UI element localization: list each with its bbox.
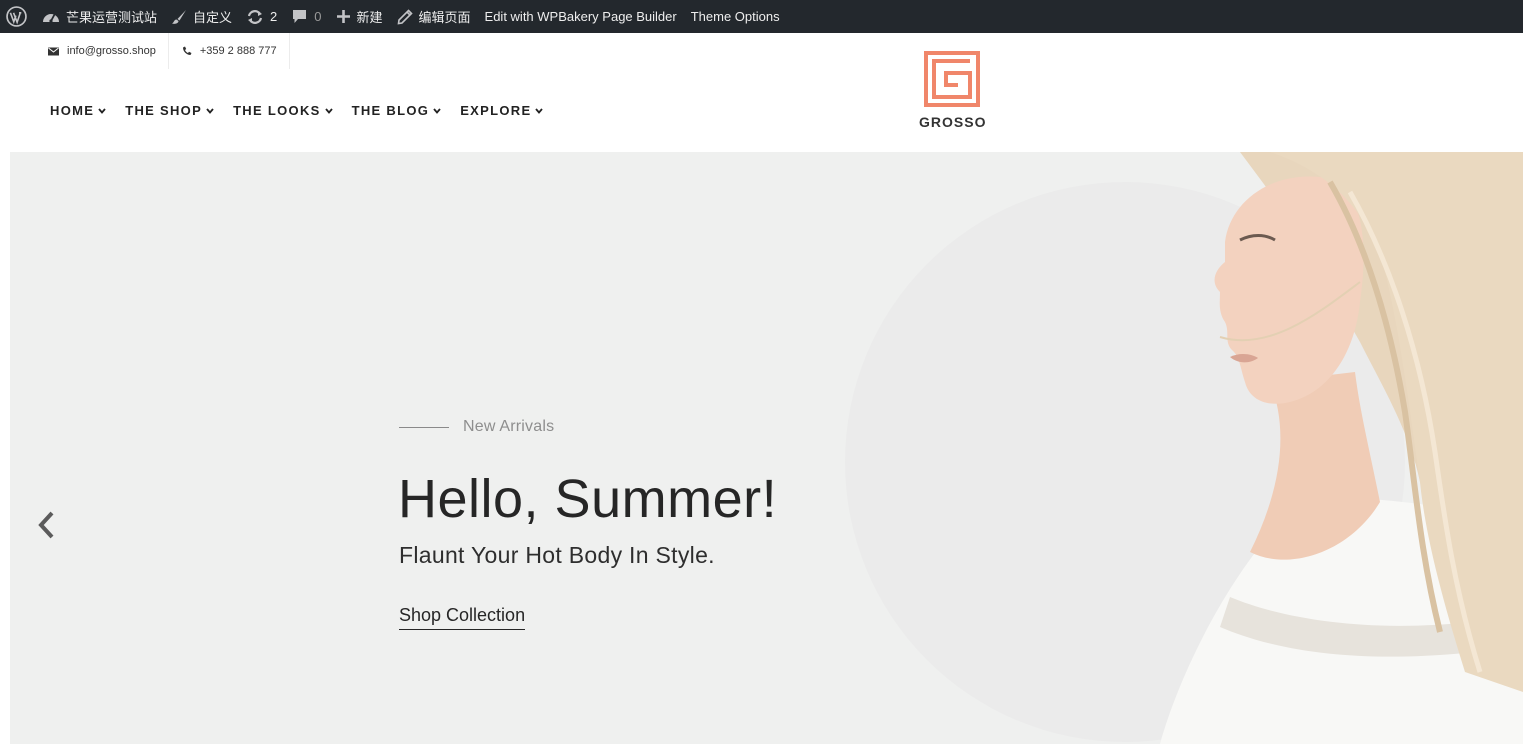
nav-item-label: HOME	[50, 103, 95, 118]
main-nav: HOME THE SHOP THE LOOKS THE BLOG EXPLORE	[50, 103, 562, 118]
brush-icon	[172, 9, 187, 24]
admin-bar-updates[interactable]: 2	[239, 0, 284, 33]
refresh-icon	[247, 9, 263, 24]
admin-bar-new[interactable]: 新建	[329, 0, 390, 33]
dashboard-icon	[43, 13, 59, 23]
updates-count: 2	[270, 9, 278, 24]
chevron-left-icon	[38, 511, 54, 539]
nav-item-the-looks[interactable]: THE LOOKS	[233, 103, 333, 118]
admin-bar-wpbakery[interactable]: Edit with WPBakery Page Builder	[478, 0, 684, 33]
site-name-label: 芒果运营测试站	[66, 10, 158, 25]
admin-bar-wp-logo[interactable]	[0, 0, 35, 33]
site-header: info@grosso.shop +359 2 888 777 HOME THE…	[0, 33, 1523, 152]
theme-options-label: Theme Options	[690, 9, 780, 24]
admin-bar-customize[interactable]: 自定义	[164, 0, 239, 33]
wpbakery-label: Edit with WPBakery Page Builder	[484, 9, 677, 24]
comments-count: 0	[314, 9, 322, 24]
slider-prev-button[interactable]	[34, 508, 58, 542]
shop-collection-link[interactable]: Shop Collection	[399, 605, 526, 630]
nav-item-label: EXPLORE	[460, 103, 532, 118]
admin-bar-comments[interactable]: 0	[284, 0, 328, 33]
envelope-icon	[48, 47, 59, 55]
nav-item-the-blog[interactable]: THE BLOG	[352, 103, 442, 118]
header-topbar: info@grosso.shop +359 2 888 777	[35, 33, 290, 69]
eyebrow-rule	[399, 426, 449, 428]
hero-slider: New Arrivals Hello, Summer! Flaunt Your …	[10, 152, 1523, 744]
admin-bar-edit-page[interactable]: 编辑页面	[390, 0, 478, 33]
new-label: 新建	[356, 10, 383, 25]
email-text: info@grosso.shop	[67, 45, 156, 57]
site-logo[interactable]: GROSSO	[919, 51, 985, 130]
logo-text: GROSSO	[919, 114, 987, 130]
plus-icon	[336, 10, 350, 23]
admin-bar-site-name[interactable]: 芒果运营测试站	[35, 0, 164, 33]
admin-bar: 芒果运营测试站 自定义 2 0 新建 编辑页面 Edit with WPBake…	[0, 0, 1523, 33]
chevron-down-icon	[206, 107, 214, 114]
customize-label: 自定义	[193, 10, 233, 25]
phone-icon	[182, 46, 192, 55]
pencil-icon	[397, 8, 413, 24]
chevron-down-icon	[324, 107, 333, 114]
wordpress-icon	[6, 6, 27, 27]
nav-item-explore[interactable]: EXPLORE	[460, 103, 544, 118]
phone-text: +359 2 888 777	[199, 45, 277, 57]
admin-bar-theme-options[interactable]: Theme Options	[684, 0, 787, 33]
topbar-phone[interactable]: +359 2 888 777	[169, 33, 290, 69]
chevron-down-icon	[433, 107, 441, 114]
eyebrow-text: New Arrivals	[463, 418, 555, 435]
nav-item-label: THE BLOG	[351, 103, 430, 118]
hero-title: Hello, Summer!	[398, 469, 778, 529]
chevron-down-icon	[98, 107, 106, 114]
nav-item-the-shop[interactable]: THE SHOP	[125, 103, 214, 118]
chevron-down-icon	[535, 107, 544, 114]
comment-icon	[293, 9, 307, 23]
hero-model-image	[1160, 152, 1523, 744]
nav-item-label: THE SHOP	[125, 103, 203, 118]
hero-subtitle: Flaunt Your Hot Body In Style.	[399, 542, 715, 568]
edit-page-label: 编辑页面	[418, 10, 471, 25]
hero-eyebrow: New Arrivals	[399, 418, 554, 436]
topbar-email[interactable]: info@grosso.shop	[35, 33, 169, 69]
nav-item-label: THE LOOKS	[233, 103, 321, 118]
grosso-logo-icon	[924, 51, 980, 107]
nav-item-home[interactable]: HOME	[50, 103, 106, 118]
